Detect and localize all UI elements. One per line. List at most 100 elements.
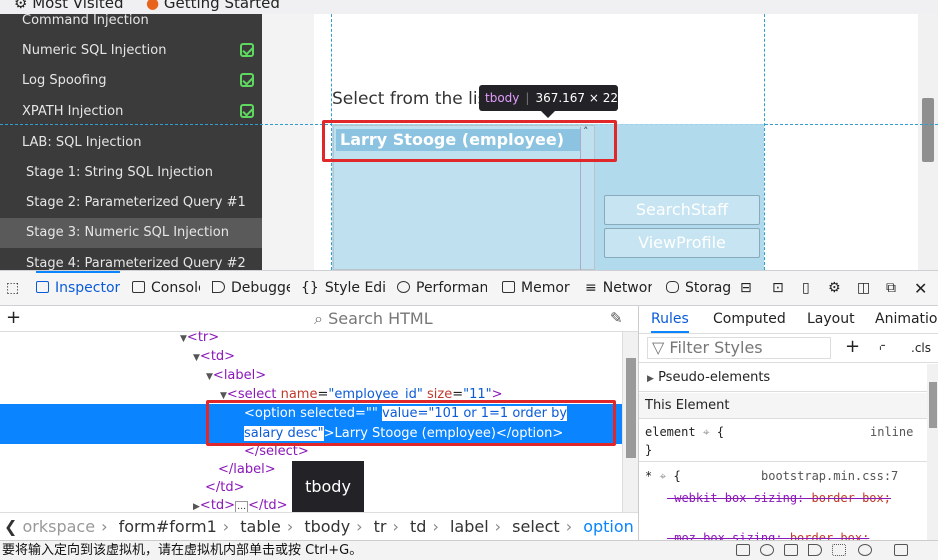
breadcrumb-item[interactable]: select xyxy=(512,517,560,536)
pseudo-elements-toggle[interactable]: ▶ Pseudo-elements xyxy=(639,364,927,392)
infobar-arrow xyxy=(541,111,555,118)
declaration-webkit-box-sizing[interactable]: -webkit-box-sizing: border-box; xyxy=(667,491,891,505)
bookmark-most-visited[interactable]: ⚙ Most Visited xyxy=(14,0,124,12)
highlight-guide-right xyxy=(764,14,765,270)
network-tray-icon[interactable] xyxy=(736,544,750,556)
view-profile-button[interactable]: ViewProfile xyxy=(604,228,760,258)
close-icon[interactable]: ✕ xyxy=(914,271,934,306)
tab-storage[interactable]: Storage xyxy=(666,271,732,306)
memory-icon xyxy=(502,281,515,293)
eyedropper-icon[interactable]: ✎ xyxy=(610,309,623,327)
pick-element-icon[interactable]: ⬚ xyxy=(6,271,26,306)
chevron-left-icon[interactable]: ❮ xyxy=(4,517,17,536)
performance-icon xyxy=(397,281,410,293)
annotation-box-option xyxy=(322,120,617,162)
node-select-close[interactable]: </select> xyxy=(244,444,309,460)
gear-icon[interactable]: ⚙ xyxy=(828,271,850,306)
scrollbar-thumb[interactable] xyxy=(626,358,636,458)
markup-toolbar: + ⌕ Search HTML ✎ xyxy=(0,306,638,332)
add-node-icon[interactable]: + xyxy=(6,307,21,328)
record-tray-icon[interactable] xyxy=(858,544,872,556)
network-icon: ≡ xyxy=(585,280,597,296)
tab-network[interactable]: ≡Network xyxy=(585,271,652,306)
toggle-pseudo-icon[interactable]: ⌌ xyxy=(875,338,886,353)
firefox-icon: ● xyxy=(146,0,160,12)
star-rule[interactable]: * ⌖ { xyxy=(645,469,681,484)
filter-icon: ▽ xyxy=(652,338,665,357)
rule-close-brace: } xyxy=(645,443,653,457)
search-html-input[interactable]: ⌕ Search HTML xyxy=(314,309,433,329)
sidebar-item-stage-3[interactable]: Stage 3: Numeric SQL Injection xyxy=(0,218,262,248)
node-tr[interactable]: ▼<tr> xyxy=(180,330,219,346)
page-gutter xyxy=(262,14,314,270)
sidebar-item-lab-sql-injection[interactable]: LAB: SQL Injection xyxy=(0,128,262,158)
node-label[interactable]: ▼<label> xyxy=(206,368,266,384)
filter-styles-input[interactable]: ▽ Filter Styles xyxy=(647,337,831,359)
fullscreen-tray-icon[interactable] xyxy=(894,544,908,556)
check-icon xyxy=(240,104,254,118)
screenshot-icon[interactable]: ▯ xyxy=(802,271,822,306)
stylesheet-link[interactable]: bootstrap.min.css:7 xyxy=(761,469,898,483)
dock-side-icon[interactable]: ◫ xyxy=(857,271,877,306)
bookmarks-toolbar: ⚙ Most Visited ● Getting Started xyxy=(0,0,938,14)
tab-inspector[interactable]: Inspector xyxy=(36,271,120,306)
node-td[interactable]: ▼<td> xyxy=(193,349,235,365)
element-rule[interactable]: element ⌖ { xyxy=(645,425,724,440)
breadcrumb: ❮ orkspace › form#form1 › table › tbody › tr… xyxy=(0,512,638,540)
console-icon xyxy=(132,281,145,293)
search-staff-button[interactable]: SearchStaff xyxy=(604,195,760,225)
scrollbar-thumb[interactable] xyxy=(929,382,937,428)
tab-animations[interactable]: Animations xyxy=(875,306,938,333)
bookmark-getting-started[interactable]: ● Getting Started xyxy=(146,0,280,12)
node-label-close[interactable]: </label> xyxy=(218,462,276,478)
tab-style-editor[interactable]: {}Style Editor xyxy=(301,271,385,306)
inline-label: inline xyxy=(870,425,914,439)
breadcrumb-item[interactable]: label xyxy=(450,517,489,536)
declaration-moz-box-sizing[interactable]: -moz-box-sizing: border-box; xyxy=(667,531,869,540)
tab-debugger[interactable]: Debugger xyxy=(212,271,290,306)
add-rule-icon[interactable]: + xyxy=(845,336,860,357)
node-td-close[interactable]: </td> xyxy=(205,480,245,496)
scrollbar-thumb[interactable] xyxy=(922,98,934,162)
breadcrumb-item[interactable]: tbody xyxy=(304,517,350,536)
devtools-toolbar: ⬚ Inspector Console Debugger {}Style Edi… xyxy=(0,270,938,306)
breadcrumb-item[interactable]: td xyxy=(410,517,426,536)
rules-scrollbar[interactable] xyxy=(927,364,938,540)
responsive-icon[interactable]: ⊟ xyxy=(740,271,760,306)
debugger-icon xyxy=(212,281,225,293)
page-scrollbar[interactable] xyxy=(918,14,938,270)
sidebar-item-numeric-sql-injection[interactable]: Numeric SQL Injection xyxy=(0,36,262,66)
sidebar-item-stage-1[interactable]: Stage 1: String SQL Injection xyxy=(0,158,262,188)
breadcrumb-item[interactable]: table xyxy=(240,517,281,536)
tab-console[interactable]: Console xyxy=(132,271,200,306)
sidebar-item-command-injection[interactable]: Command Injection xyxy=(0,14,262,36)
tab-performance[interactable]: Performance xyxy=(397,271,487,306)
breadcrumb-item[interactable]: orkspace xyxy=(23,517,96,536)
tab-computed[interactable]: Computed xyxy=(713,306,786,333)
cls-toggle[interactable]: .cls xyxy=(911,341,931,355)
sidebar-item-stage-2[interactable]: Stage 2: Parameterized Query #1 xyxy=(0,188,262,218)
this-element-header: This Element xyxy=(639,393,927,419)
element-pick-icon: ⌖ xyxy=(659,469,667,483)
lesson-sidebar: Command Injection Numeric SQL Injection … xyxy=(0,14,262,270)
cd-tray-icon[interactable] xyxy=(760,544,774,556)
rules-panel: Rules Computed Layout Animations ▽ Filte… xyxy=(638,306,938,540)
usb-tray-icon[interactable] xyxy=(832,544,846,556)
tab-rules[interactable]: Rules xyxy=(651,306,689,333)
split-console-icon[interactable]: ⊡ xyxy=(772,271,792,306)
breadcrumb-item[interactable]: option xyxy=(583,517,634,536)
sidebar-item-xpath-injection[interactable]: XPATH Injection xyxy=(0,97,262,127)
chevron-right-icon: ▶ xyxy=(647,374,654,384)
tab-memory[interactable]: Memory xyxy=(502,271,570,306)
undock-icon[interactable]: ⧉ xyxy=(886,271,906,306)
sound-tray-icon[interactable] xyxy=(808,544,822,556)
sidebar-item-log-spoofing[interactable]: Log Spoofing xyxy=(0,66,262,96)
tab-layout[interactable]: Layout xyxy=(807,306,855,333)
sidebar-item-stage-4[interactable]: Stage 4: Parameterized Query #2 xyxy=(0,249,262,270)
breadcrumb-item[interactable]: tr xyxy=(374,517,387,536)
check-icon xyxy=(240,73,254,87)
display-tray-icon[interactable] xyxy=(784,544,798,556)
markup-scrollbar[interactable] xyxy=(622,332,638,512)
storage-icon xyxy=(666,281,679,293)
breadcrumb-item[interactable]: form#form1 xyxy=(119,517,217,536)
